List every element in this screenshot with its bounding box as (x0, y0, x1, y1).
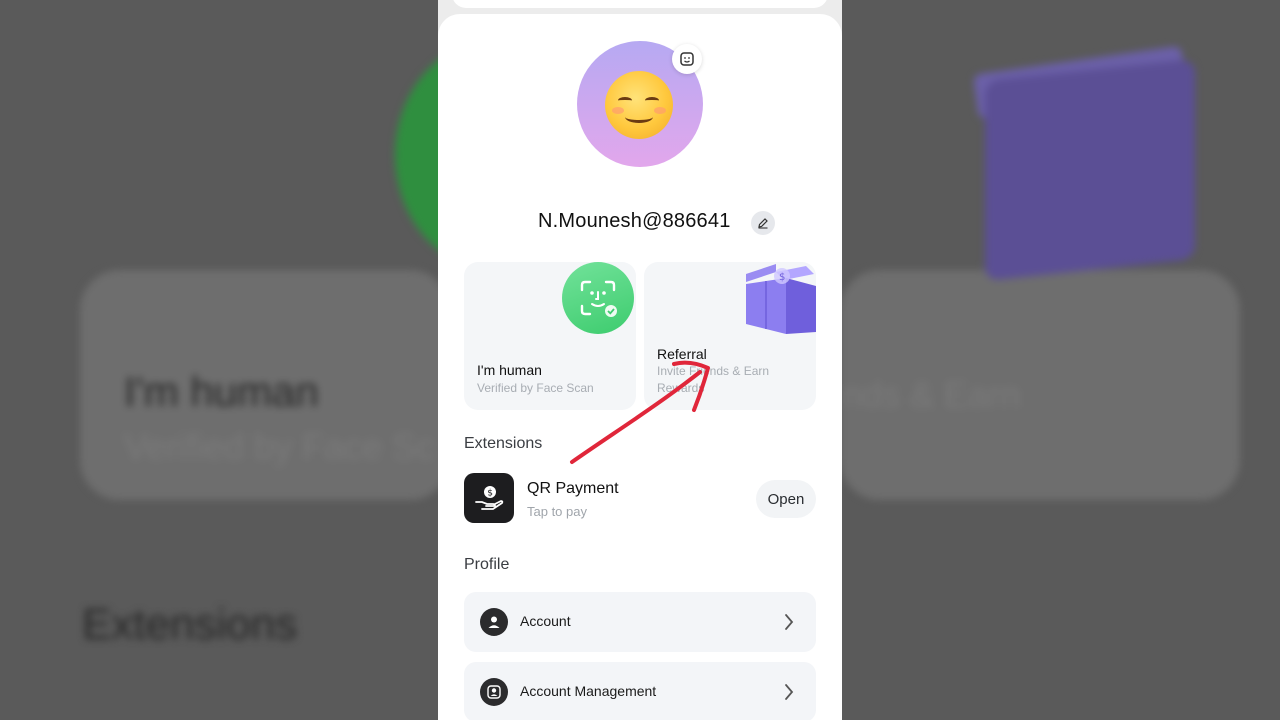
face-scan-icon (580, 280, 617, 317)
person-badge-icon (480, 678, 508, 706)
referral-card-subtitle: Invite Friends & Earn Rewards (657, 364, 770, 395)
username: N.Mounesh@886641 (538, 210, 731, 232)
human-verification-card[interactable]: I'm human Verified by Face Scan (464, 262, 636, 410)
chevron-right-icon (785, 684, 794, 700)
sticker-edit-icon (680, 52, 694, 66)
gift-box-icon: $ (746, 264, 816, 334)
account-label: Account (520, 613, 571, 629)
person-icon (480, 608, 508, 636)
account-row[interactable]: Account (464, 592, 816, 652)
face-scan-badge (562, 262, 634, 334)
bg-human-title: I'm human (124, 368, 319, 415)
bg-referral-fragment: nds & Earn (842, 374, 1021, 415)
pencil-icon (758, 218, 768, 229)
qr-payment-app-icon[interactable]: $ (464, 473, 514, 523)
qr-payment-title: QR Payment (527, 480, 619, 497)
bg-extensions: Extensions (82, 600, 298, 649)
referral-card[interactable]: $ Referral Invite Friends & Earn Rewards (644, 262, 816, 410)
avatar-edit-button[interactable] (672, 44, 702, 74)
open-qr-payment-button[interactable]: Open (756, 480, 816, 518)
account-management-label: Account Management (520, 683, 657, 699)
smiling-face-emoji-icon (605, 71, 673, 139)
hand-coin-icon: $ (475, 486, 504, 510)
previous-sheet-edge (452, 0, 828, 8)
svg-text:$: $ (487, 489, 493, 499)
extensions-heading: Extensions (464, 435, 543, 452)
bg-gift-box (985, 58, 1195, 282)
chevron-right-icon (785, 614, 794, 630)
edit-username-button[interactable] (751, 211, 775, 235)
human-card-subtitle: Verified by Face Scan (477, 381, 594, 395)
referral-card-title: Referral (657, 346, 707, 362)
phone-screen: N.Mounesh@886641 I'm human Verified by F… (438, 0, 842, 720)
qr-payment-subtitle: Tap to pay (527, 504, 587, 519)
account-management-row[interactable]: Account Management (464, 662, 816, 720)
profile-heading: Profile (464, 556, 510, 573)
bg-human-subtitle: Verified by Face Sc (124, 426, 435, 467)
profile-sheet: N.Mounesh@886641 I'm human Verified by F… (438, 14, 842, 720)
human-card-title: I'm human (477, 362, 542, 378)
svg-text:$: $ (779, 272, 785, 283)
